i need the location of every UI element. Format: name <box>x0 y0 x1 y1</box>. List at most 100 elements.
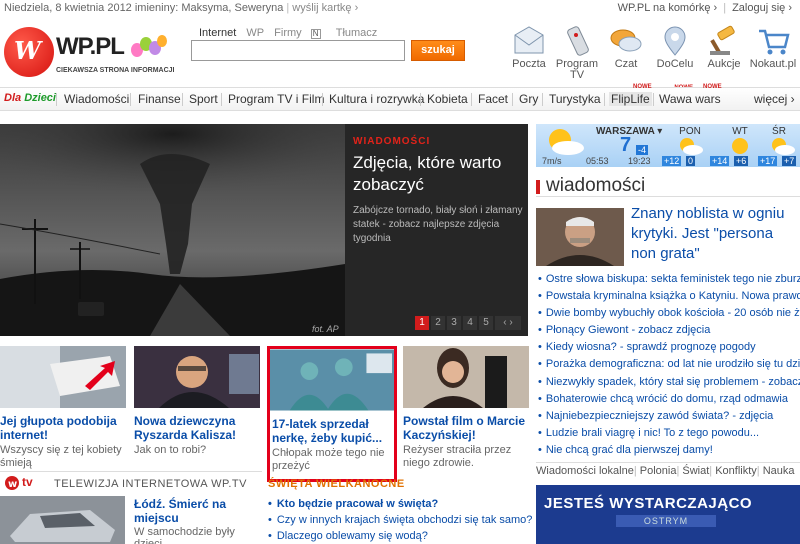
login-link[interactable]: Zaloguj się › <box>732 2 792 14</box>
hero-page-3[interactable]: 3 <box>447 316 461 330</box>
thumb-desc: Jak on to robi? <box>134 444 207 456</box>
account-links: WP.PL na komórkę › | Zaloguj się › <box>617 2 792 14</box>
thumb-story-1[interactable]: Jej głupota podobija internet! Wszyscy s… <box>0 346 126 470</box>
mobile-link[interactable]: WP.PL na komórkę › <box>618 2 718 14</box>
hero-page-5[interactable]: 5 <box>479 316 493 330</box>
license-icon: N <box>310 29 321 39</box>
top-story-title: Znany noblista w ogniu krytyki. Jest "pe… <box>631 205 785 262</box>
hero-kicker: WIADOMOŚCI <box>353 136 431 147</box>
weather-temp-min: -4 <box>636 145 649 155</box>
nav-program-tv[interactable]: Program TV i Film <box>228 92 324 106</box>
top-story-image <box>536 208 624 266</box>
nav-sport[interactable]: Sport <box>189 92 218 106</box>
chat-bubbles-icon <box>610 29 642 52</box>
date-bar: Niedziela, 8 kwietnia 2012 imieniny: Mak… <box>4 2 359 14</box>
thumb-story-2[interactable]: Nowa dziewczyna Ryszarda Kalisza! Jak on… <box>134 346 260 457</box>
nav-dla-dzieci[interactable]: Dla Dzieci <box>4 92 56 104</box>
wp-logo[interactable]: W WP.PL CIEKAWSZA STRONA INFORMACJI <box>4 23 174 79</box>
thumb-title: Jej głupota podobija internet! <box>0 414 117 442</box>
search-input[interactable] <box>191 40 405 61</box>
news-cat-polonia[interactable]: Polonia <box>640 465 677 477</box>
news-header-link[interactable]: wiadomości <box>546 175 645 197</box>
nav-turystyka[interactable]: Turystyka <box>549 92 601 106</box>
news-link[interactable]: Kiedy wiosna? - sprawdź prognozę pogody <box>538 339 800 356</box>
new-badge: NOWE <box>633 84 652 90</box>
news-cat-lokalne[interactable]: Wiadomości lokalne <box>536 465 634 477</box>
service-aukcje[interactable]: Aukcje <box>698 25 750 85</box>
news-link[interactable]: Dwie bomby wybuchły obok kościoła - 20 o… <box>538 305 800 322</box>
hero-lead: Zabójcze tornado, biały słoń i złamany s… <box>353 205 523 244</box>
thumb-image <box>403 346 529 408</box>
nav-finanse[interactable]: Finanse <box>138 92 181 106</box>
forecast-hi: +14 <box>710 156 730 166</box>
easter-link[interactable]: Czy w innych krajach święta obchodzi się… <box>268 512 533 528</box>
nav-kultura[interactable]: Kultura i rozrywka <box>329 92 424 106</box>
top-bar: Niedziela, 8 kwietnia 2012 imieniny: Mak… <box>0 0 800 17</box>
date-text: Niedziela, 8 kwietnia 2012 imieniny: Mak… <box>4 2 284 14</box>
new-badge: NOWE <box>703 84 722 90</box>
news-section-header: wiadomości <box>536 175 800 197</box>
service-program-tv[interactable]: Program TV <box>551 25 603 85</box>
hero-prev-next[interactable]: ‹ › <box>495 316 521 330</box>
nav-more[interactable]: więcej › <box>754 92 795 106</box>
news-link[interactable]: Porażka demograficzna: od lat nie urodzi… <box>538 356 800 373</box>
search-tab-tlumacz[interactable]: Tłumacz <box>336 27 378 39</box>
wptv-header-text: TELEWIZJA INTERNETOWA WP.TV <box>54 478 247 490</box>
news-link[interactable]: Ostre słowa biskupa: sekta feministek te… <box>538 271 800 288</box>
easter-link[interactable]: Kto będzie pracował w święta? <box>268 496 530 512</box>
thumb-title: 17-latek sprzedał nerkę, żeby kupić... <box>272 417 383 445</box>
news-list: Ostre słowa biskupa: sekta feministek te… <box>538 271 800 459</box>
news-link[interactable]: Bohaterowie chcą wrócić do domu, rząd od… <box>538 391 800 408</box>
send-card-link[interactable]: wyślij kartkę › <box>292 2 358 14</box>
news-link[interactable]: Płonący Giewont - zobacz zdjęcia <box>538 322 800 339</box>
nav-gry[interactable]: Gry <box>519 92 538 106</box>
section-marker <box>536 180 540 194</box>
service-czat[interactable]: Czat <box>600 25 652 85</box>
news-categories: Wiadomości lokalne| Polonia| Świat| Konf… <box>536 462 800 479</box>
photo-credit: fot. AP <box>312 324 339 334</box>
ad-banner[interactable]: JESTEŚ WYSTARCZAJĄCO OSTRYM <box>536 485 800 544</box>
news-link[interactable]: Powstała kryminalna książka o Katyniu. N… <box>538 288 800 305</box>
service-poczta[interactable]: Poczta <box>503 25 555 85</box>
nav-wawa-wars[interactable]: Wawa wars <box>659 92 721 106</box>
news-cat-nauka[interactable]: Nauka <box>763 465 795 477</box>
wptv-title: Łódź. Śmierć na miejscu <box>134 497 227 525</box>
nav-fliplife[interactable]: FlipLife <box>609 92 652 106</box>
thumb-story-3-highlighted[interactable]: 17-latek sprzedał nerkę, żeby kupić... C… <box>267 346 397 482</box>
weather-wind: 7m/s <box>542 156 562 166</box>
hero-page-2[interactable]: 2 <box>431 316 445 330</box>
nav-facet[interactable]: Facet <box>478 92 508 106</box>
logo-blobs-icon <box>131 35 169 59</box>
news-link[interactable]: Ludzie brali viagrę i nic! To z tego pow… <box>538 425 800 442</box>
thumb-title: Nowa dziewczyna Ryszarda Kalisza! <box>134 414 237 442</box>
nav-kobieta[interactable]: Kobieta <box>427 92 468 106</box>
hero-page-1[interactable]: 1 <box>415 316 429 330</box>
service-label: DoCelu <box>656 58 694 70</box>
sun-cloud-icon <box>772 138 795 155</box>
easter-link[interactable]: Dlaczego oblewamy się wodą? <box>268 528 530 544</box>
hero-photo-tornado[interactable] <box>0 124 345 336</box>
search-tab-wp[interactable]: WP <box>246 27 264 39</box>
news-link[interactable]: Niezwykły spadek, który stał się problem… <box>538 374 800 391</box>
news-link[interactable]: Najniebezpieczniejszy zawód świata? - zd… <box>538 408 800 425</box>
forecast-hi: +17 <box>758 156 778 166</box>
weather-temp: 7 <box>620 134 632 156</box>
thumb-story-4[interactable]: Powstał film o Marcie Kaczyńskiej! Reżys… <box>403 346 529 470</box>
weather-widget[interactable]: WARSZAWA ▾ 7 -4 7m/s 05:53 19:23 PON +12… <box>536 124 800 167</box>
forecast-hi: +12 <box>662 156 682 166</box>
hero-page-4[interactable]: 4 <box>463 316 477 330</box>
news-cat-swiat[interactable]: Świat <box>682 465 709 477</box>
wp-logo-icon: W <box>4 27 54 77</box>
service-docelu[interactable]: DoCelu NOWE <box>649 25 701 91</box>
hero-title[interactable]: Zdjęcia, które warto zobaczyć <box>353 152 523 196</box>
search-tab-firmy[interactable]: Firmy <box>274 27 302 39</box>
nav-wiadomosci[interactable]: Wiadomości <box>64 92 129 106</box>
search-button[interactable]: szukaj <box>411 40 465 61</box>
news-link[interactable]: Nie chcą grać dla pierwszej damy! <box>538 442 800 459</box>
news-cat-konflikty[interactable]: Konflikty <box>715 465 757 477</box>
service-nokaut[interactable]: Nokaut.pl <box>747 25 799 85</box>
weather-sunset: 19:23 <box>628 156 651 166</box>
ad-brand: OSTRYM <box>616 515 716 527</box>
forecast-lo: +6 <box>734 156 749 166</box>
service-label: Nokaut.pl <box>749 58 797 70</box>
